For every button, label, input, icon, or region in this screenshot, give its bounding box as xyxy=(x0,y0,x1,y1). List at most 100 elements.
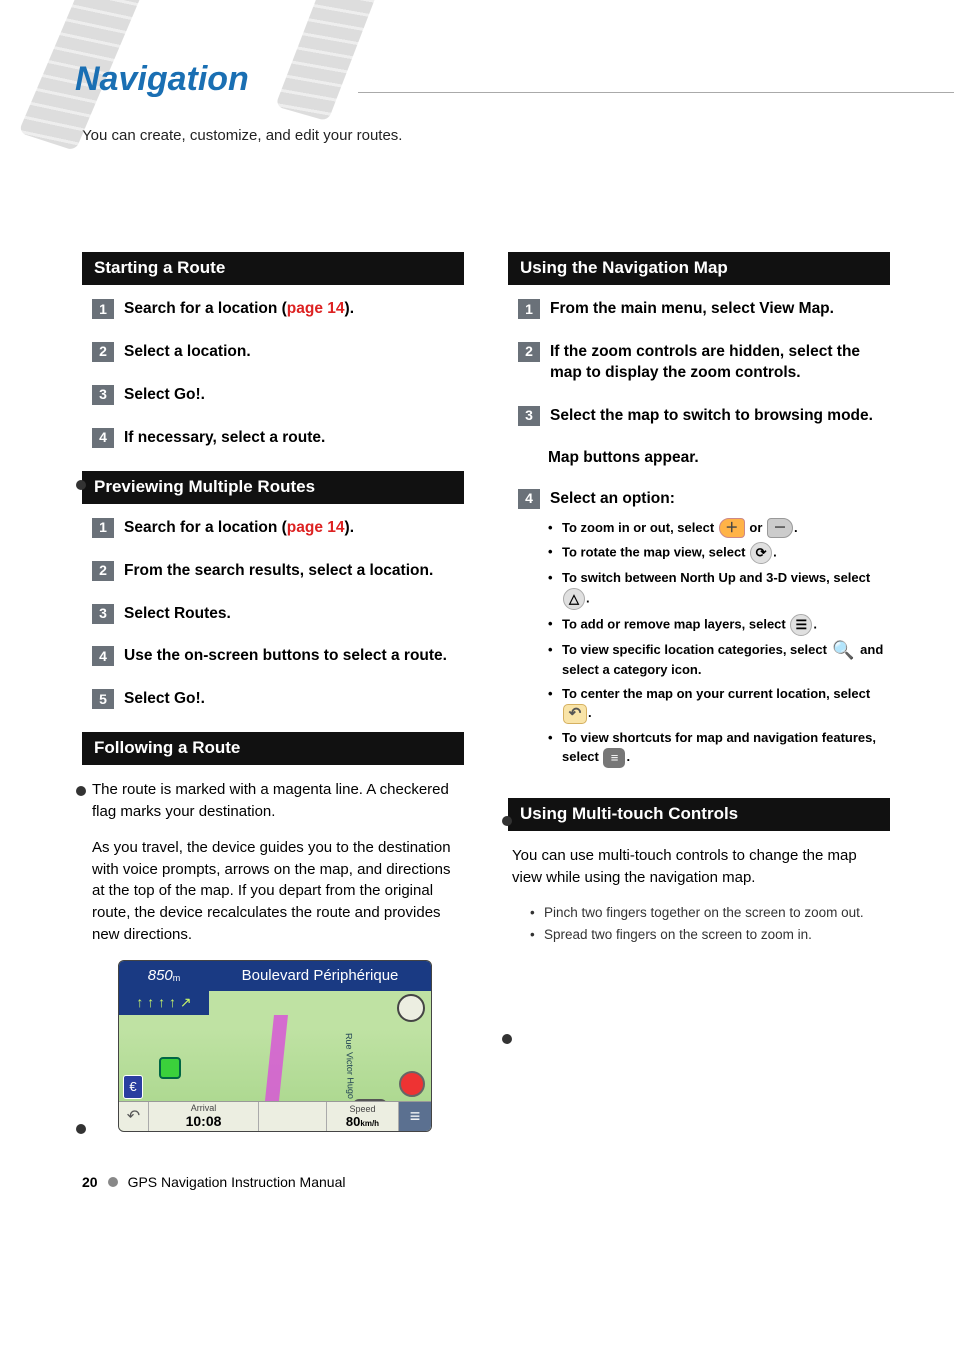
step-text: From the main menu, select View Map. xyxy=(550,299,890,320)
map-bottom-bar: ↶ Arrival 10:08 Speed 80km/h ≡ xyxy=(119,1101,431,1131)
fuel-price-icon[interactable]: € xyxy=(123,1075,143,1099)
step-number: 4 xyxy=(92,646,114,666)
opt-text: . xyxy=(813,616,817,631)
opt-text: . xyxy=(588,705,592,720)
step-number: 5 xyxy=(92,689,114,709)
opt-text: . xyxy=(586,590,590,605)
option-categories: To view specific location categories, se… xyxy=(548,640,890,680)
speed-field[interactable]: Speed 80km/h xyxy=(327,1102,399,1131)
step-number: 3 xyxy=(518,406,540,426)
step: 4 Select an option: xyxy=(518,489,890,510)
option-layers: To add or remove map layers, select ☰. xyxy=(548,614,890,636)
step-number: 1 xyxy=(518,299,540,319)
page-title: Navigation xyxy=(75,60,954,99)
opt-text: . xyxy=(773,545,777,560)
section-end-dot xyxy=(76,1124,86,1134)
speed-unit: km/h xyxy=(360,1119,379,1128)
map-lane-guidance: ↑ ↑ ↑ ↑ ↗ xyxy=(119,991,209,1015)
map-route-line xyxy=(264,1015,288,1110)
step-text: Select Routes. xyxy=(124,604,464,625)
left-column: Starting a Route 1 Search for a location… xyxy=(82,252,464,1132)
step-number: 1 xyxy=(92,299,114,319)
layers-icon[interactable]: ☰ xyxy=(790,614,812,636)
zoom-out-icon[interactable]: － xyxy=(767,518,793,538)
step-text: Search for a location (page 14). xyxy=(124,299,464,320)
speed-number: 80 xyxy=(346,1114,360,1129)
body-paragraph: The route is marked with a magenta line.… xyxy=(92,779,454,823)
multitouch-list: Pinch two fingers together on the screen… xyxy=(530,902,890,945)
right-column: Using the Navigation Map 1 From the main… xyxy=(508,252,890,1132)
back-button[interactable]: ↶ xyxy=(119,1102,149,1131)
step: 4 If necessary, select a route. xyxy=(92,428,464,449)
intro-text: You can create, customize, and edit your… xyxy=(0,109,954,144)
page-header: Navigation xyxy=(0,0,954,99)
list-item: Pinch two fingers together on the screen… xyxy=(530,902,890,924)
zoom-in-icon[interactable]: ＋ xyxy=(719,518,745,538)
option-shortcuts: To view shortcuts for map and navigation… xyxy=(548,728,890,768)
step-text-post: ). xyxy=(345,300,354,317)
rotate-map-icon[interactable]: ⟳ xyxy=(750,542,772,564)
step-number: 2 xyxy=(92,561,114,581)
section-end-dot xyxy=(502,1034,512,1044)
speed-label: Speed xyxy=(349,1104,375,1114)
step: 2 From the search results, select a loca… xyxy=(92,561,464,582)
option-rotate: To rotate the map view, select ⟳. xyxy=(548,542,890,564)
page-link[interactable]: page 14 xyxy=(287,300,345,317)
view-mode-icon[interactable]: △ xyxy=(563,588,585,610)
option-3d-view: To switch between North Up and 3-D views… xyxy=(548,568,890,610)
section-end-dot xyxy=(502,816,512,826)
map-street-name[interactable]: Boulevard Périphérique xyxy=(209,961,431,991)
return-icon[interactable]: ↶ xyxy=(563,704,587,724)
step: 5 Select Go!. xyxy=(92,689,464,710)
arrival-field[interactable]: Arrival 10:08 xyxy=(149,1102,259,1131)
step: 3 Select Routes. xyxy=(92,604,464,625)
step: 1 From the main menu, select View Map. xyxy=(518,299,890,320)
map-poi-icon[interactable] xyxy=(159,1057,181,1079)
opt-text: To center the map on your current locati… xyxy=(562,686,870,701)
search-icon[interactable]: 🔍 xyxy=(832,640,856,660)
step: 4 Use the on-screen buttons to select a … xyxy=(92,646,464,667)
step-number: 4 xyxy=(92,428,114,448)
page-number: 20 xyxy=(82,1174,98,1190)
arrival-value: 10:08 xyxy=(186,1113,222,1129)
speed-value: 80km/h xyxy=(346,1114,379,1129)
step-text: If necessary, select a route. xyxy=(124,428,464,449)
map-distance-unit: m xyxy=(173,973,181,983)
opt-text: To view specific location categories, se… xyxy=(562,642,831,657)
step: 1 Search for a location (page 14). xyxy=(92,518,464,539)
doc-title: GPS Navigation Instruction Manual xyxy=(128,1174,346,1190)
step-text: Select an option: xyxy=(550,489,890,510)
body-paragraph: As you travel, the device guides you to … xyxy=(92,837,454,946)
step-number: 2 xyxy=(518,342,540,362)
content-columns: Starting a Route 1 Search for a location… xyxy=(0,144,954,1132)
step-number: 4 xyxy=(518,489,540,509)
step-text-pre: Search for a location ( xyxy=(124,300,287,317)
step-text: Select a location. xyxy=(124,342,464,363)
step-number: 3 xyxy=(92,385,114,405)
footer-dot-icon xyxy=(108,1177,118,1187)
menu-icon[interactable]: ≡ xyxy=(603,748,625,768)
section-multitouch: Using Multi-touch Controls xyxy=(508,798,890,831)
step-number: 2 xyxy=(92,342,114,362)
opt-text: or xyxy=(746,520,766,535)
step-text: Select Go!. xyxy=(124,385,464,406)
cancel-route-button[interactable] xyxy=(399,1071,425,1097)
opt-text: To rotate the map view, select xyxy=(562,545,749,560)
step: 2 Select a location. xyxy=(92,342,464,363)
opt-text: To switch between North Up and 3-D views… xyxy=(562,570,870,585)
page-link[interactable]: page 14 xyxy=(287,519,345,536)
option-list: To zoom in or out, select ＋ or －. To rot… xyxy=(548,518,890,768)
volume-button[interactable] xyxy=(397,994,425,1022)
step-number: 3 xyxy=(92,604,114,624)
map-bottom-spacer xyxy=(259,1102,327,1131)
option-zoom: To zoom in or out, select ＋ or －. xyxy=(548,518,890,539)
map-distance-next-turn[interactable]: 850m xyxy=(119,961,209,991)
step-text: Search for a location (page 14). xyxy=(124,518,464,539)
map-menu-button[interactable]: ≡ xyxy=(399,1102,431,1131)
opt-text: . xyxy=(794,520,798,535)
section-preview-routes: Previewing Multiple Routes xyxy=(82,471,464,504)
section-end-dot xyxy=(76,480,86,490)
step-text: Select the map to switch to browsing mod… xyxy=(550,406,890,427)
step-text: If the zoom controls are hidden, select … xyxy=(550,342,890,384)
step-text: From the search results, select a locati… xyxy=(124,561,464,582)
